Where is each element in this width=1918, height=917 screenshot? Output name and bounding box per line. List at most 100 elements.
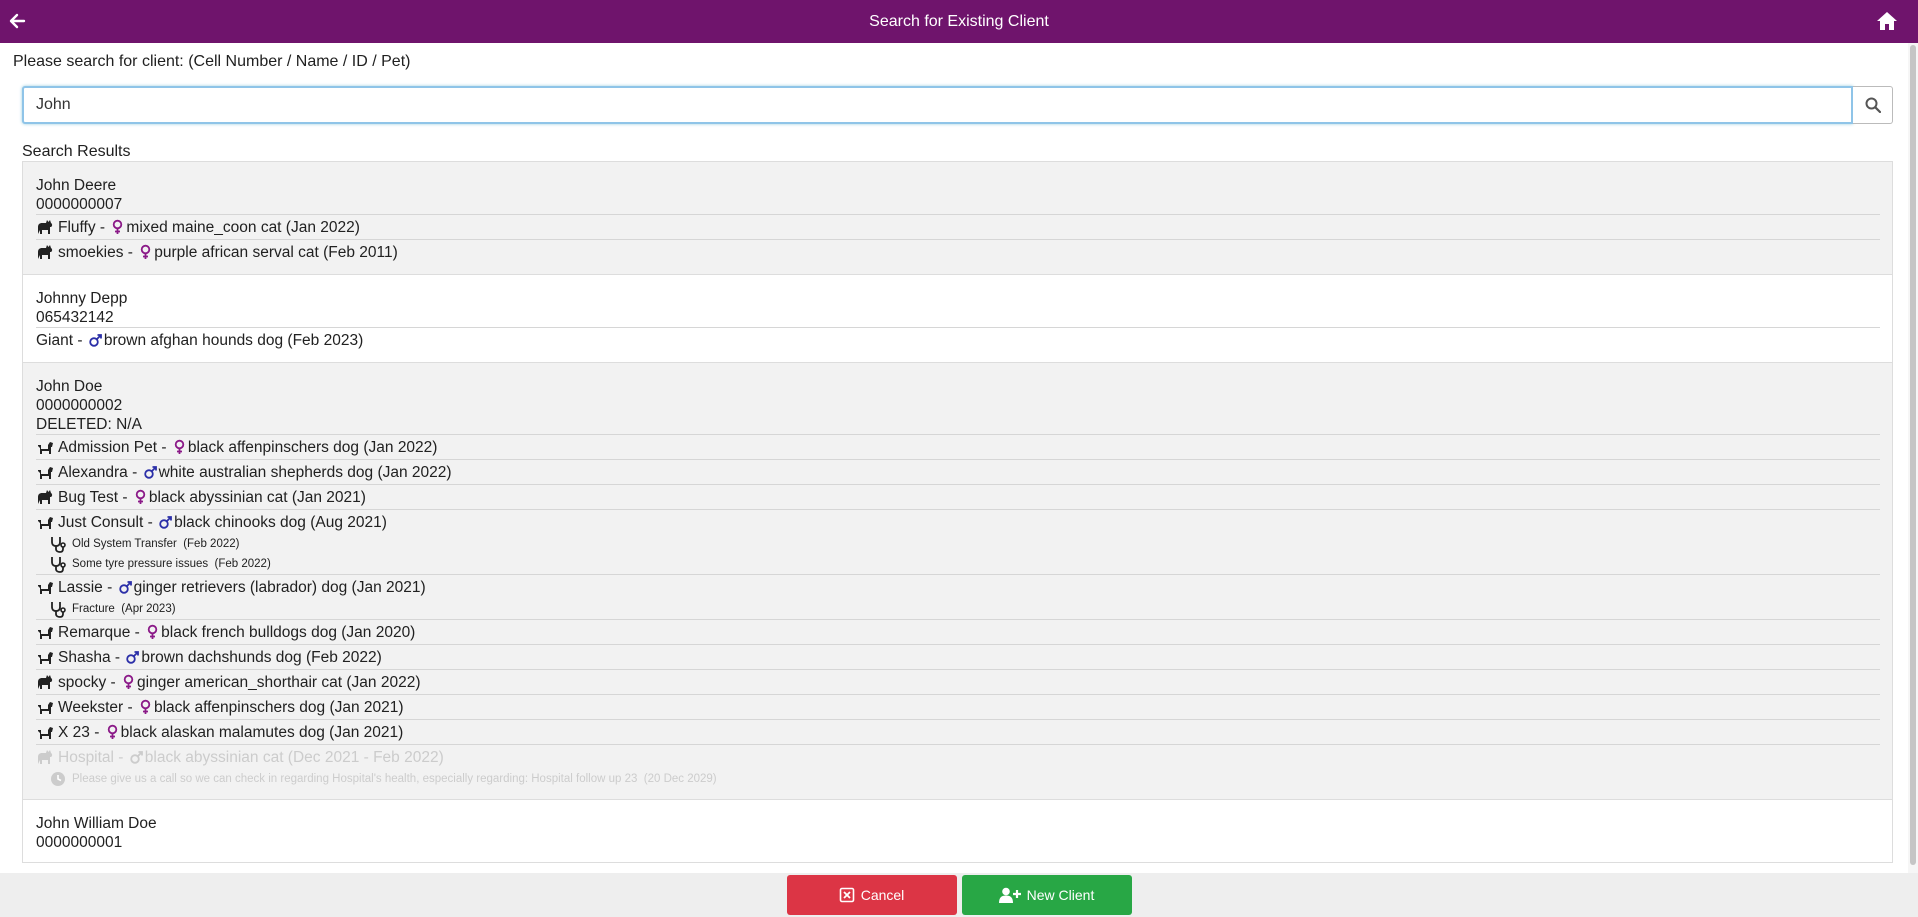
dog-icon (38, 652, 53, 664)
cat-icon (38, 490, 53, 504)
pet-row[interactable]: Just Consult - black chinooks dog (Aug 2… (36, 509, 1880, 534)
male-icon (118, 581, 132, 594)
add-user-icon (998, 887, 1021, 903)
client-row[interactable]: John Deere 0000000007 Fluffy - mixed maine… (22, 162, 1893, 275)
consult-date: (20 Dec 2029) (643, 772, 717, 785)
cancel-label: Cancel (860, 887, 905, 903)
search-bar (22, 86, 1893, 124)
pet-row[interactable]: Shasha - brown dachshunds dog (Feb 2022) (36, 644, 1880, 669)
stethoscope-icon (51, 537, 66, 553)
cancel-button[interactable]: Cancel (786, 875, 957, 915)
separator: - (110, 648, 125, 666)
dog-icon (38, 442, 53, 454)
pet-row[interactable]: Bug Test - black abyssinian cat (Jan 202… (36, 484, 1880, 509)
pet-description: brown dachshunds dog (Feb 2022) (141, 648, 382, 666)
page-title: Search for Existing Client (869, 12, 1049, 30)
client-row[interactable]: John William Doe 0000000001 (22, 800, 1893, 863)
results-label: Search Results (22, 143, 131, 160)
pet-row[interactable]: Lassie - ginger retrievers (labrador) do… (36, 574, 1880, 599)
footer-bar: Cancel New Client (0, 873, 1918, 917)
pet-name: Alexandra (58, 463, 128, 481)
separator: - (130, 623, 145, 641)
pet-row[interactable]: Alexandra - white australian shepherds d… (36, 459, 1880, 484)
pet-name: Weekster (58, 698, 124, 716)
dog-icon (38, 627, 53, 639)
dog-icon (38, 517, 53, 529)
female-icon (147, 624, 158, 639)
new-client-button[interactable]: New Client (961, 875, 1132, 915)
male-icon (159, 516, 172, 529)
top-bar: Search for Existing Client (0, 0, 1918, 43)
pet-name: Admission Pet (58, 438, 158, 456)
pet-name: smoekies (58, 243, 124, 261)
consult-text: Old System Transfer (72, 537, 177, 550)
separator: - (123, 243, 138, 261)
pet-row[interactable]: Giant - brown afghan hounds dog (Feb 202… (36, 327, 1880, 352)
separator: - (89, 723, 104, 741)
pet-description: black alaskan malamutes dog (Jan 2021) (120, 723, 404, 741)
dog-icon (38, 467, 53, 479)
clock-icon (51, 772, 65, 786)
pet-description: white australian shepherds dog (Jan 2022… (158, 463, 452, 481)
female-icon (141, 244, 151, 259)
dog-icon (38, 582, 53, 594)
pet-description: black chinooks dog (Aug 2021) (174, 513, 387, 531)
client-row[interactable]: Johnny Depp 065432142 Giant - brown afghan… (22, 275, 1893, 363)
cat-icon (38, 750, 53, 764)
consult-row[interactable]: Fracture (Apr 2023) (36, 599, 1880, 619)
female-icon (140, 699, 151, 714)
scrollbar-thumb[interactable] (1910, 45, 1916, 865)
pet-name: spocky (58, 673, 107, 691)
pet-row[interactable]: X 23 - black alaskan malamutes dog (Jan … (36, 719, 1880, 744)
client-phone: 0000000001 (36, 834, 123, 851)
pet-row[interactable]: Remarque - black french bulldogs dog (Ja… (36, 619, 1880, 644)
pet-row[interactable]: Weekster - black affenpinschers dog (Jan… (36, 694, 1880, 719)
pet-row[interactable]: smoekies - purple african serval cat (Fe… (36, 239, 1880, 264)
female-icon (174, 439, 185, 454)
separator: - (118, 488, 132, 506)
male-icon (89, 334, 102, 347)
client-phone: 0000000007 (36, 196, 123, 213)
pet-row[interactable]: Admission Pet - black affenpinschers dog… (36, 434, 1880, 459)
search-button[interactable] (1853, 86, 1893, 124)
consult-row[interactable]: Some tyre pressure issues (Feb 2022) (36, 554, 1880, 574)
pet-row[interactable]: spocky - ginger american_shorthair cat (… (36, 669, 1880, 694)
client-row[interactable]: John Doe 0000000002 DELETED: N/A Admission … (22, 363, 1893, 800)
pet-description: black affenpinschers dog (Jan 2022) (187, 438, 438, 456)
consult-date: (Feb 2022) (214, 557, 271, 570)
consult-date: (Feb 2022) (183, 537, 240, 550)
separator: - (157, 438, 171, 456)
pet-description: purple african serval cat (Feb 2011) (154, 243, 398, 261)
separator: - (73, 331, 87, 349)
pet-row[interactable]: Hospital - black abyssinian cat (Dec 202… (36, 744, 1880, 769)
separator: - (102, 578, 117, 596)
pet-description: brown afghan hounds dog (Feb 2023) (103, 331, 364, 349)
pet-description: ginger retrievers (labrador) dog (Jan 20… (133, 578, 426, 596)
home-icon[interactable] (1874, 9, 1900, 33)
client-name: John Doe (36, 378, 103, 395)
separator: - (106, 673, 121, 691)
consult-row[interactable]: Old System Transfer (Feb 2022) (36, 534, 1880, 554)
consult-text: Fracture (72, 602, 115, 615)
client-name: Johnny Depp (36, 290, 128, 307)
separator: - (127, 463, 142, 481)
stethoscope-icon (51, 557, 66, 573)
pet-name: Fluffy (58, 218, 96, 236)
back-arrow-icon[interactable] (6, 9, 32, 33)
cat-icon (38, 245, 53, 259)
consult-text: Some tyre pressure issues (72, 557, 209, 570)
scrollbar[interactable] (1908, 43, 1918, 873)
male-icon (143, 466, 157, 479)
search-prompt: Please search for client: (Cell Number /… (13, 53, 411, 70)
pet-description: mixed maine_coon cat (Jan 2022) (126, 218, 360, 236)
separator: - (95, 218, 110, 236)
female-icon (123, 674, 134, 689)
client-name: John William Doe (36, 815, 157, 832)
consult-row[interactable]: Please give us a call so we can check in… (36, 769, 1880, 789)
separator: - (143, 513, 158, 531)
new-client-label: New Client (1026, 887, 1095, 903)
search-input[interactable] (22, 86, 1853, 124)
pet-row[interactable]: Fluffy - mixed maine_coon cat (Jan 2022) (36, 214, 1880, 239)
cat-icon (38, 675, 53, 689)
search-icon (1865, 97, 1881, 113)
